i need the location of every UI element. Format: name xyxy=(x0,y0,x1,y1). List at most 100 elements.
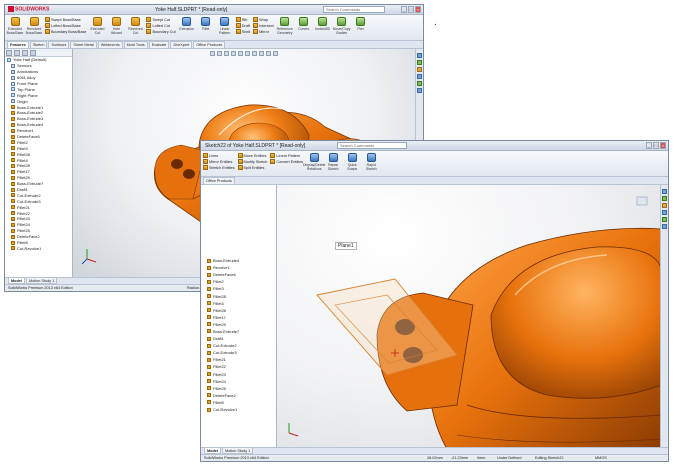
tab-evaluate[interactable]: Evaluate xyxy=(148,41,170,48)
tree-item[interactable]: Fillet21 xyxy=(201,356,276,363)
close-button[interactable]: × xyxy=(660,142,666,149)
tree-item[interactable]: Revolve1 xyxy=(201,264,276,271)
tree-item[interactable]: Fillet4 xyxy=(201,300,276,307)
ribbon-small-button[interactable]: Boundary Boss/Base xyxy=(45,29,86,34)
move-copy-button[interactable]: Move/Copy Bodies xyxy=(333,15,351,35)
ribbon-small-button[interactable]: Intersect xyxy=(253,23,274,28)
file-explorer-icon[interactable] xyxy=(662,203,667,208)
quick-snaps-button[interactable]: Quick Snaps xyxy=(344,151,360,171)
ribbon-small-button[interactable]: Draft xyxy=(235,23,250,28)
tree-item[interactable]: Cut-Revolve1 xyxy=(5,246,72,252)
tree-item[interactable]: Cut-Extrude3 xyxy=(201,349,276,356)
tree-item[interactable]: Boss-Extrude4 xyxy=(201,257,276,264)
ribbon-small-button[interactable]: Modify Sketch xyxy=(237,159,267,164)
design-library-icon[interactable] xyxy=(662,196,667,201)
tab-dimxpert[interactable]: DimXpert xyxy=(170,41,193,48)
tab-features[interactable]: Features xyxy=(7,41,29,48)
fillet-button[interactable]: Fillet xyxy=(198,15,214,31)
search-commands-input[interactable]: Search Commands xyxy=(323,6,385,13)
rapid-sketch-button[interactable]: Rapid Sketch xyxy=(363,151,379,171)
tree-item[interactable]: Fillet25 xyxy=(201,385,276,392)
tab-sheet-metal[interactable]: Sheet Metal xyxy=(70,41,97,48)
property-manager-icon[interactable] xyxy=(14,50,20,56)
maximize-button[interactable]: □ xyxy=(653,142,659,149)
tab-mold-tools[interactable]: Mold Tools xyxy=(123,41,148,48)
status-units[interactable]: MMGS xyxy=(595,455,607,461)
ribbon-small-button[interactable]: Mirror Entities xyxy=(203,159,235,164)
ribbon-small-button[interactable]: Lofted Boss/Base xyxy=(45,23,86,28)
ribbon-small-button[interactable]: Shell xyxy=(235,29,250,34)
dimxpert-manager-icon[interactable] xyxy=(30,50,36,56)
solidworks-logo[interactable]: SOLIDWORKS xyxy=(8,6,49,12)
extrude-cut-button[interactable]: Extruded Cut xyxy=(89,15,105,35)
tree-item[interactable]: Cut-Extrude2 xyxy=(201,342,276,349)
graphics-area[interactable]: Plane1 xyxy=(277,185,660,447)
linear-pattern-button[interactable]: Linear Pattern xyxy=(217,15,233,35)
ribbon-small-button[interactable]: Lofted Cut xyxy=(146,23,175,28)
tab-office-products[interactable]: Office Products xyxy=(203,177,235,184)
ribbon-small-button[interactable]: Stretch Entities xyxy=(203,165,235,170)
ribbon-small-button[interactable]: Mirror xyxy=(253,29,274,34)
feature-manager-icon[interactable] xyxy=(6,50,12,56)
maximize-button[interactable]: □ xyxy=(408,6,414,13)
tree-item[interactable]: Fillet24 xyxy=(201,378,276,385)
plane-label[interactable]: Plane1 xyxy=(335,242,357,250)
custom-properties-icon[interactable] xyxy=(417,88,422,93)
view-palette-icon[interactable] xyxy=(417,74,422,79)
tree-item[interactable]: Fillet22 xyxy=(201,363,276,370)
reference-geometry-button[interactable]: Reference Geometry xyxy=(277,15,293,35)
tree-item[interactable]: Draft1 xyxy=(201,335,276,342)
revolve-cut-button[interactable]: Revolved Cut xyxy=(127,15,143,35)
configuration-manager-icon[interactable] xyxy=(22,50,28,56)
yoke-part-closeup[interactable] xyxy=(277,185,660,447)
hole-wizard-button[interactable]: Hole Wizard xyxy=(108,15,124,35)
tree-item[interactable]: DeleteFace6 xyxy=(201,271,276,278)
search-commands-input[interactable]: Search Commands xyxy=(337,142,407,149)
tab-office-products[interactable]: Office Products xyxy=(193,41,226,48)
tab-weldments[interactable]: Weldments xyxy=(97,41,123,48)
ribbon-small-button[interactable]: Wrap xyxy=(253,17,274,22)
tree-item[interactable]: Fillet29 xyxy=(201,321,276,328)
tree-item[interactable]: Fillet17 xyxy=(201,314,276,321)
ribbon-small-button[interactable]: Split Entities xyxy=(237,165,268,170)
ribbon-small-button[interactable]: Swept Cut xyxy=(146,17,175,22)
ribbon-small-button[interactable]: Rib xyxy=(235,17,250,22)
ribbon-small-button[interactable]: Convert Entities xyxy=(270,159,303,164)
minimize-button[interactable]: _ xyxy=(401,6,407,13)
solidworks-resources-icon[interactable] xyxy=(417,53,422,58)
ribbon-small-button[interactable]: Swept Boss/Base xyxy=(45,17,86,22)
view-cube-icon[interactable] xyxy=(636,196,648,206)
tree-item[interactable]: Fillet28 xyxy=(201,307,276,314)
ribbon-small-button[interactable]: Linear Pattern xyxy=(270,153,303,158)
tree-item[interactable]: Boss-Extrude7 xyxy=(201,328,276,335)
tab-sketch[interactable]: Sketch xyxy=(29,41,48,48)
extrude-boss-button[interactable]: Extruded Boss/Base xyxy=(7,15,23,35)
view-palette-icon[interactable] xyxy=(662,210,667,215)
tree-item[interactable]: Fillet8 xyxy=(201,399,276,406)
instant3d-button[interactable]: Instant3D xyxy=(315,15,331,31)
extrusion-button[interactable]: Extrusion xyxy=(179,15,195,31)
tab-surfaces[interactable]: Surfaces xyxy=(48,41,70,48)
tree-item[interactable]: Fillet28 xyxy=(201,292,276,299)
repair-sketch-button[interactable]: Repair Sketch xyxy=(325,151,341,171)
flex-button[interactable]: Flex xyxy=(353,15,369,31)
appearances-icon[interactable] xyxy=(417,81,422,86)
solidworks-resources-icon[interactable] xyxy=(662,189,667,194)
ribbon-small-button[interactable]: Move Entities xyxy=(237,153,268,158)
appearances-icon[interactable] xyxy=(662,217,667,222)
design-library-icon[interactable] xyxy=(417,60,422,65)
tree-item[interactable]: DeleteFace2 xyxy=(201,392,276,399)
ribbon-small-button[interactable]: Lines xyxy=(203,153,235,158)
ribbon-small-button[interactable]: Boundary Cut xyxy=(146,29,176,34)
tree-item[interactable]: Fillet2 xyxy=(201,278,276,285)
revolve-boss-button[interactable]: Revolved Boss/Base xyxy=(26,15,42,35)
tree-item[interactable]: Cut-Revolve1 xyxy=(201,406,276,413)
tree-item[interactable]: Fillet3 xyxy=(201,285,276,292)
minimize-button[interactable]: _ xyxy=(646,142,652,149)
file-explorer-icon[interactable] xyxy=(417,67,422,72)
tree-item[interactable]: Fillet23 xyxy=(201,371,276,378)
close-button[interactable]: × xyxy=(415,6,421,13)
curves-button[interactable]: Curves xyxy=(296,15,312,31)
relations-button[interactable]: Display/Delete Relations xyxy=(303,151,326,171)
custom-properties-icon[interactable] xyxy=(662,224,667,229)
